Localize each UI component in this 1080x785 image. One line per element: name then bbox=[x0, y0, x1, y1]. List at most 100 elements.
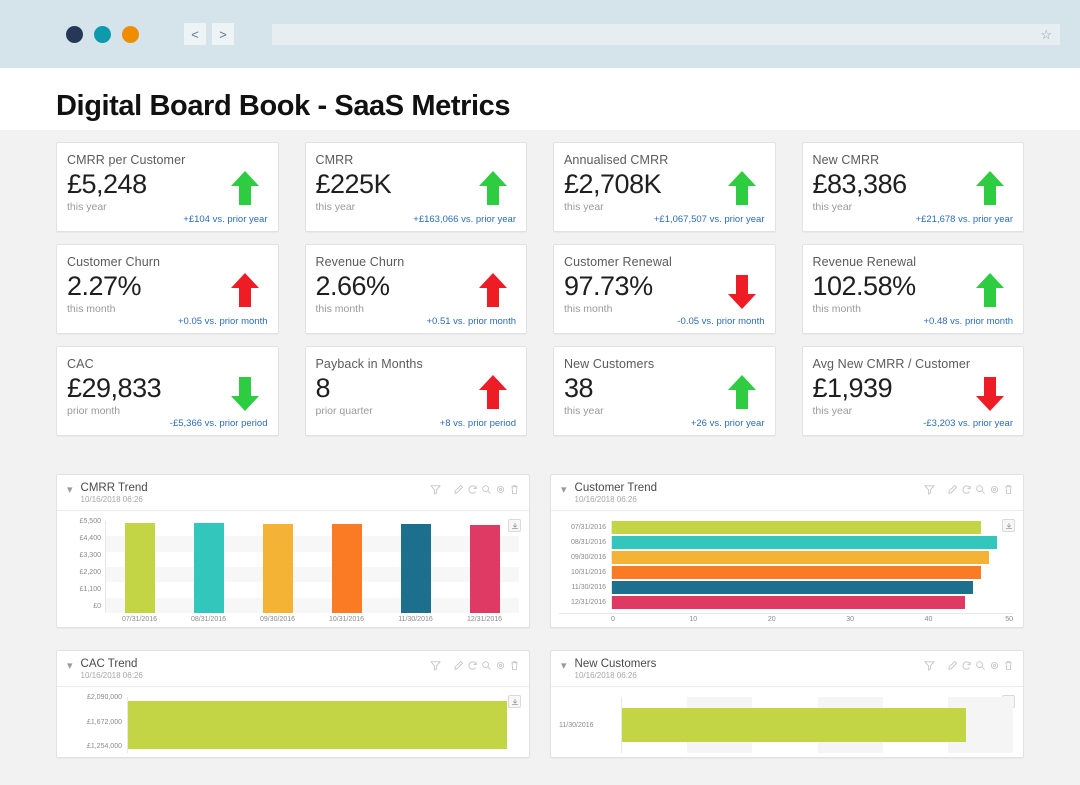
kpi-card[interactable]: New CMRR £83,386 this year +£21,678 vs. pri… bbox=[801, 142, 1024, 232]
address-bar[interactable]: ☆ bbox=[272, 23, 1060, 45]
chart-row: 07/31/2016 bbox=[559, 521, 1013, 534]
bar bbox=[612, 581, 973, 594]
trend-arrow-icon bbox=[973, 271, 1007, 311]
refresh-icon[interactable] bbox=[961, 484, 972, 495]
filter-icon[interactable] bbox=[430, 484, 441, 495]
kpi-card[interactable]: Revenue Renewal 102.58% this month +0.48 vs… bbox=[801, 244, 1024, 334]
plot-area bbox=[621, 697, 1013, 753]
panel-cmrr-trend[interactable]: ▾ CMRR Trend 10/16/2018 06:26 £5,500 £4,… bbox=[56, 474, 530, 628]
category-label: 11/30/2016 bbox=[559, 721, 594, 729]
trend-arrow-icon bbox=[228, 373, 262, 413]
y-tick: £5,500 bbox=[79, 518, 101, 525]
panel-header: ▾ Customer Trend 10/16/2018 06:26 bbox=[551, 475, 1023, 511]
filter-icon[interactable] bbox=[924, 660, 935, 671]
y-tick: £1,672,000 bbox=[86, 718, 122, 726]
chart-row: 08/31/2016 bbox=[559, 536, 1013, 549]
back-button[interactable]: < bbox=[184, 23, 206, 45]
kpi-label: Payback in Months bbox=[315, 357, 423, 371]
kpi-label: Avg New CMRR / Customer bbox=[812, 357, 971, 371]
window-dot-navy[interactable] bbox=[66, 25, 83, 43]
category-label: 12/31/2016 bbox=[570, 599, 606, 606]
panel-customer-trend[interactable]: ▾ Customer Trend 10/16/2018 06:26 07/31/… bbox=[550, 474, 1024, 628]
bar-track bbox=[611, 581, 1013, 594]
chart-row: 09/30/2016 bbox=[559, 551, 1013, 564]
filter-icon[interactable] bbox=[430, 660, 441, 671]
x-tick: 40 bbox=[924, 616, 933, 623]
trend-arrow-icon bbox=[973, 373, 1007, 413]
x-tick: 11/30/2016 bbox=[398, 616, 433, 623]
panel-new-customers[interactable]: ▾ New Customers 10/16/2018 06:26 11/30/2… bbox=[550, 650, 1024, 758]
kpi-label: CMRR bbox=[315, 153, 354, 167]
trash-icon[interactable] bbox=[1003, 484, 1014, 495]
bar bbox=[612, 521, 981, 534]
y-tick: £0 bbox=[93, 603, 101, 610]
category-label: 09/30/2016 bbox=[570, 554, 606, 561]
trash-icon[interactable] bbox=[509, 660, 520, 671]
new-customers-chart: 11/30/2016 bbox=[559, 697, 1013, 753]
pencil-icon[interactable] bbox=[453, 484, 464, 495]
search-icon[interactable] bbox=[481, 660, 492, 671]
kpi-delta: +£1,067,507 vs. prior year bbox=[653, 214, 765, 225]
bar bbox=[400, 523, 431, 613]
bookmark-star-icon[interactable]: ☆ bbox=[1040, 28, 1052, 41]
bar bbox=[194, 522, 225, 613]
gear-icon[interactable] bbox=[495, 484, 506, 495]
panel-body: £5,500 £4,400 £3,300 £2,200 £1,100 £0 07/31/2… bbox=[57, 511, 529, 627]
pencil-icon[interactable] bbox=[947, 484, 958, 495]
category-label: 07/31/2016 bbox=[570, 524, 606, 531]
chart-row: 11/30/2016 bbox=[559, 581, 1013, 594]
panel-timestamp: 10/16/2018 06:26 bbox=[574, 671, 637, 680]
y-tick: £2,200 bbox=[79, 569, 101, 576]
customer-trend-chart: 07/31/2016 08/31/2016 09/30/2016 10/31/2016… bbox=[559, 521, 1013, 611]
window-dot-teal[interactable] bbox=[94, 25, 111, 43]
chevron-down-icon[interactable]: ▾ bbox=[561, 485, 567, 496]
filter-icon[interactable] bbox=[924, 484, 935, 495]
search-icon[interactable] bbox=[975, 660, 986, 671]
refresh-icon[interactable] bbox=[961, 660, 972, 671]
bar bbox=[612, 551, 989, 564]
kpi-card[interactable]: Avg New CMRR / Customer £1,939 this year -£… bbox=[801, 346, 1024, 436]
gear-icon[interactable] bbox=[989, 660, 1000, 671]
kpi-card[interactable]: New Customers 38 this year +26 vs. prior ye… bbox=[553, 346, 776, 436]
pencil-icon[interactable] bbox=[453, 660, 464, 671]
bar bbox=[469, 524, 500, 613]
window-dot-amber[interactable] bbox=[122, 25, 139, 43]
kpi-card[interactable]: CMRR £225K this year +£163,066 vs. prior ye… bbox=[304, 142, 527, 232]
chevron-down-icon[interactable]: ▾ bbox=[67, 485, 73, 496]
kpi-card[interactable]: Customer Churn 2.27% this month +0.05 vs. p… bbox=[56, 244, 279, 334]
kpi-card[interactable]: Customer Renewal 97.73% this month -0.05 vs… bbox=[553, 244, 776, 334]
forward-button[interactable]: > bbox=[212, 23, 234, 45]
bar-track bbox=[611, 521, 1013, 534]
bar bbox=[125, 522, 156, 613]
panel-timestamp: 10/16/2018 06:26 bbox=[574, 495, 637, 504]
trash-icon[interactable] bbox=[509, 484, 520, 495]
pencil-icon[interactable] bbox=[947, 660, 958, 671]
kpi-card[interactable]: Payback in Months 8 prior quarter +8 vs. pr… bbox=[304, 346, 527, 436]
kpi-card[interactable]: Annualised CMRR £2,708K this year +£1,067,5… bbox=[553, 142, 776, 232]
chevron-down-icon[interactable]: ▾ bbox=[67, 661, 73, 672]
kpi-label: Annualised CMRR bbox=[564, 153, 669, 167]
search-icon[interactable] bbox=[481, 484, 492, 495]
bar-track bbox=[611, 596, 1013, 609]
plot-area bbox=[105, 521, 519, 613]
trend-arrow-icon bbox=[228, 169, 262, 209]
kpi-card[interactable]: CAC £29,833 prior month -£5,366 vs. prior p… bbox=[56, 346, 279, 436]
kpi-delta: +£104 vs. prior year bbox=[183, 214, 268, 225]
gear-icon[interactable] bbox=[495, 660, 506, 671]
y-tick: £1,254,000 bbox=[86, 743, 122, 750]
kpi-card[interactable]: Revenue Churn 2.66% this month +0.51 vs. pr… bbox=[304, 244, 527, 334]
kpi-card[interactable]: CMRR per Customer £5,248 this year +£104 vs… bbox=[56, 142, 279, 232]
x-axis: 07/31/2016 08/31/2016 09/30/2016 10/31/2016… bbox=[65, 616, 519, 623]
panel-header: ▾ CAC Trend 10/16/2018 06:26 bbox=[57, 651, 529, 687]
y-tick: £3,300 bbox=[79, 552, 101, 559]
panel-cac-trend[interactable]: ▾ CAC Trend 10/16/2018 06:26 £2,090,000 … bbox=[56, 650, 530, 758]
trend-arrow-icon bbox=[476, 169, 510, 209]
trash-icon[interactable] bbox=[1003, 660, 1014, 671]
refresh-icon[interactable] bbox=[467, 660, 478, 671]
chevron-down-icon[interactable]: ▾ bbox=[561, 661, 567, 672]
kpi-label: Customer Churn bbox=[67, 255, 161, 269]
refresh-icon[interactable] bbox=[467, 484, 478, 495]
kpi-delta: -0.05 vs. prior month bbox=[677, 316, 765, 327]
gear-icon[interactable] bbox=[989, 484, 1000, 495]
search-icon[interactable] bbox=[975, 484, 986, 495]
